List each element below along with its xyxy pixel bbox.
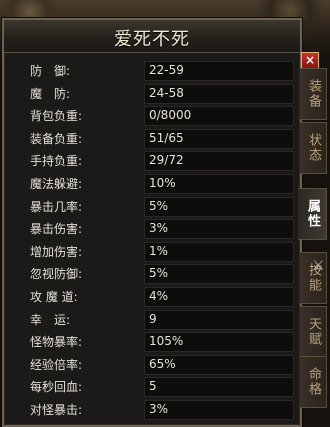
stat-value: 10% [149, 175, 176, 190]
panel-titlebar[interactable]: 爱死不死 [4, 20, 300, 53]
stat-value-box: 65% [144, 354, 294, 375]
stat-label: 防 御: [30, 64, 71, 78]
stat-label: 背包负重: [30, 109, 83, 124]
crossed-swords-icon: ⚔ [312, 258, 325, 274]
stat-row-hand-weight: 手持负重: 29/72 [12, 150, 297, 173]
stat-row-luck: 幸 运: 9 [12, 309, 297, 332]
stat-value: 5% [149, 198, 169, 213]
stat-row-attack-magic-tao: 攻 魔 道: 4% [12, 286, 297, 309]
stat-row-magic-evasion: 魔法躲避: 10% [12, 173, 297, 196]
tab-label: 装备 [306, 79, 321, 109]
stat-value-box: 3% [144, 219, 294, 240]
tab-destiny[interactable]: 命格 [300, 356, 327, 408]
stat-value-box: 22-59 [144, 61, 294, 81]
stat-row-equip-weight: 装备负重: 51/65 [12, 128, 297, 151]
stat-label: 装备负重: [30, 131, 83, 146]
stat-row-crit-damage: 暴击伤害: 3% [12, 218, 297, 241]
stat-value: 105% [149, 334, 184, 349]
stat-label: 暴击几率: [30, 199, 83, 214]
stat-value-box: 3% [144, 399, 294, 420]
stat-value-box: 29/72 [144, 151, 294, 172]
tab-attributes[interactable]: 属性 [298, 188, 327, 240]
character-name-title: 爱死不死 [114, 29, 190, 50]
stat-label: 忽视防御: [30, 267, 83, 282]
stat-row-crit-rate: 暴击几率: 5% [12, 196, 297, 219]
stat-label: 每秒回血: [30, 380, 83, 395]
stat-row-exp-rate: 经验倍率: 65% [12, 354, 297, 377]
stat-label: 对怪暴击: [30, 402, 83, 417]
stat-value-box: 51/65 [144, 128, 294, 149]
stat-row-monster-crit: 对怪暴击: 3% [12, 399, 297, 422]
tab-label: 天赋 [306, 317, 321, 347]
stat-value-box: 5% [144, 196, 294, 217]
stat-value: 4% [149, 288, 169, 303]
stat-value: 5% [149, 266, 169, 281]
tab-label: 命格 [306, 367, 321, 397]
stat-value-box: 0/8000 [144, 106, 294, 127]
stat-label: 手持负重: [30, 154, 83, 169]
stat-value-box: 1% [144, 241, 294, 262]
stat-row-hp-regen: 每秒回血: 5 [12, 376, 297, 399]
tab-talent[interactable]: 天赋 [300, 306, 327, 358]
stat-label: 幸 运: [30, 312, 71, 327]
stat-value: 9 [149, 311, 157, 326]
stat-row-damage-bonus: 增加伤害: 1% [12, 241, 297, 264]
stat-value-box: 4% [144, 286, 294, 307]
stat-value: 65% [149, 356, 176, 371]
stat-value: 0/8000 [149, 108, 192, 123]
stat-value: 51/65 [149, 130, 184, 145]
tab-label: 属性 [305, 199, 320, 229]
stat-value-box: 5 [144, 377, 294, 398]
attribute-list: 防 御: 22-59 魔 防: 24-58 背包负重: 0/8000 装备负重:… [12, 60, 297, 422]
stat-value-box: 24-58 [144, 83, 294, 104]
stat-row-defense: 防 御: 22-59 [12, 60, 297, 83]
stat-row-magic-defense: 魔 防: 24-58 [12, 83, 297, 106]
tab-status[interactable]: 状态 [300, 122, 327, 174]
stat-label: 攻 魔 道: [30, 289, 78, 304]
stat-value: 3% [149, 401, 169, 416]
stat-row-ignore-defense: 忽视防御: 5% [12, 263, 297, 286]
tab-equipment[interactable]: 装备 [300, 68, 327, 120]
stat-label: 魔 防: [30, 86, 71, 101]
stat-value: 5 [149, 379, 157, 394]
character-attributes-panel: 爱死不死 防 御: 22-59 魔 防: 24-58 背包负重: 0/8000 … [2, 18, 302, 427]
stat-value-box: 105% [144, 332, 294, 353]
stat-value: 29/72 [149, 153, 184, 168]
stat-row-monster-drop-rate: 怪物暴率: 105% [12, 331, 297, 354]
stat-label: 增加伤害: [30, 244, 83, 259]
stat-label: 暴击伤害: [30, 222, 83, 237]
stat-value-box: 9 [144, 309, 294, 330]
stat-value-box: 5% [144, 264, 294, 285]
stat-label: 经验倍率: [30, 357, 83, 372]
stat-value: 22-59 [149, 63, 184, 77]
stat-label: 怪物暴率: [30, 335, 83, 350]
stat-value-box: 10% [144, 173, 294, 194]
stat-value: 24-58 [149, 85, 184, 100]
stat-value: 3% [149, 221, 169, 236]
stat-row-bag-weight: 背包负重: 0/8000 [12, 105, 297, 128]
tab-label: 状态 [306, 133, 321, 163]
stat-label: 魔法躲避: [30, 176, 83, 191]
side-tab-strip: 装备 状态 属性 技能 天赋 命格 [298, 52, 328, 422]
stat-value: 1% [149, 243, 169, 258]
